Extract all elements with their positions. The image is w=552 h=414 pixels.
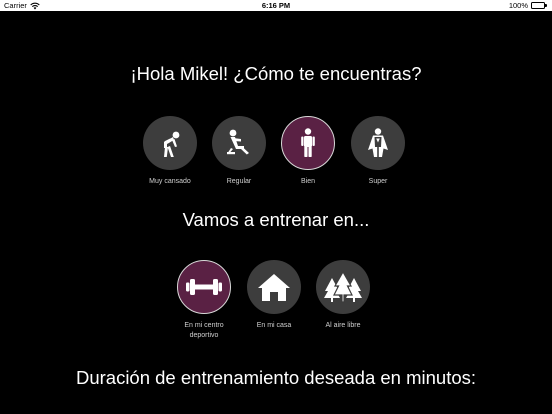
location-label: En mi casa (256, 322, 292, 329)
mood-label: Super (368, 178, 388, 185)
mood-option-good[interactable]: Bien (272, 116, 344, 187)
mood-label: Regular (226, 178, 252, 185)
sitting-person-icon (222, 126, 256, 160)
status-right: 100% (509, 0, 548, 11)
mood-option-regular[interactable]: Regular (203, 116, 275, 187)
superhero-icon (361, 126, 395, 160)
battery-percent: 100% (508, 1, 528, 10)
greeting-heading: ¡Hola Mikel! ¿Cómo te encuentras? (130, 63, 422, 84)
location-circle[interactable] (316, 260, 370, 314)
trees-icon (322, 270, 364, 304)
standing-person-icon (291, 126, 325, 160)
mood-label: Bien (300, 178, 315, 185)
status-time: 6:16 PM (261, 1, 291, 10)
location-option-outdoors[interactable]: Al aire libre (307, 260, 379, 331)
mood-option-very-tired[interactable]: Muy cansado (134, 116, 206, 187)
location-option-gym[interactable]: En mi centro deportivo (168, 260, 240, 340)
location-option-home[interactable]: En mi casa (238, 260, 310, 331)
mood-circle[interactable] (281, 116, 335, 170)
location-circle[interactable] (177, 260, 231, 314)
mood-circle[interactable] (351, 116, 405, 170)
dumbbell-icon (184, 272, 224, 302)
tired-person-icon (153, 126, 187, 160)
location-label: En mi centro deportivo (184, 322, 224, 339)
mood-circle[interactable] (143, 116, 197, 170)
mood-label: Muy cansado (149, 178, 191, 185)
battery-icon (531, 2, 548, 9)
duration-heading: Duración de entrenamiento deseada en min… (75, 367, 477, 388)
house-icon (256, 271, 292, 303)
status-bar: Carrier 6:16 PM 100% (0, 0, 552, 11)
location-label: Al aire libre (325, 322, 361, 329)
mood-circle[interactable] (212, 116, 266, 170)
train-heading: Vamos a entrenar en... (182, 209, 370, 230)
mood-option-super[interactable]: Super (342, 116, 414, 187)
location-circle[interactable] (247, 260, 301, 314)
